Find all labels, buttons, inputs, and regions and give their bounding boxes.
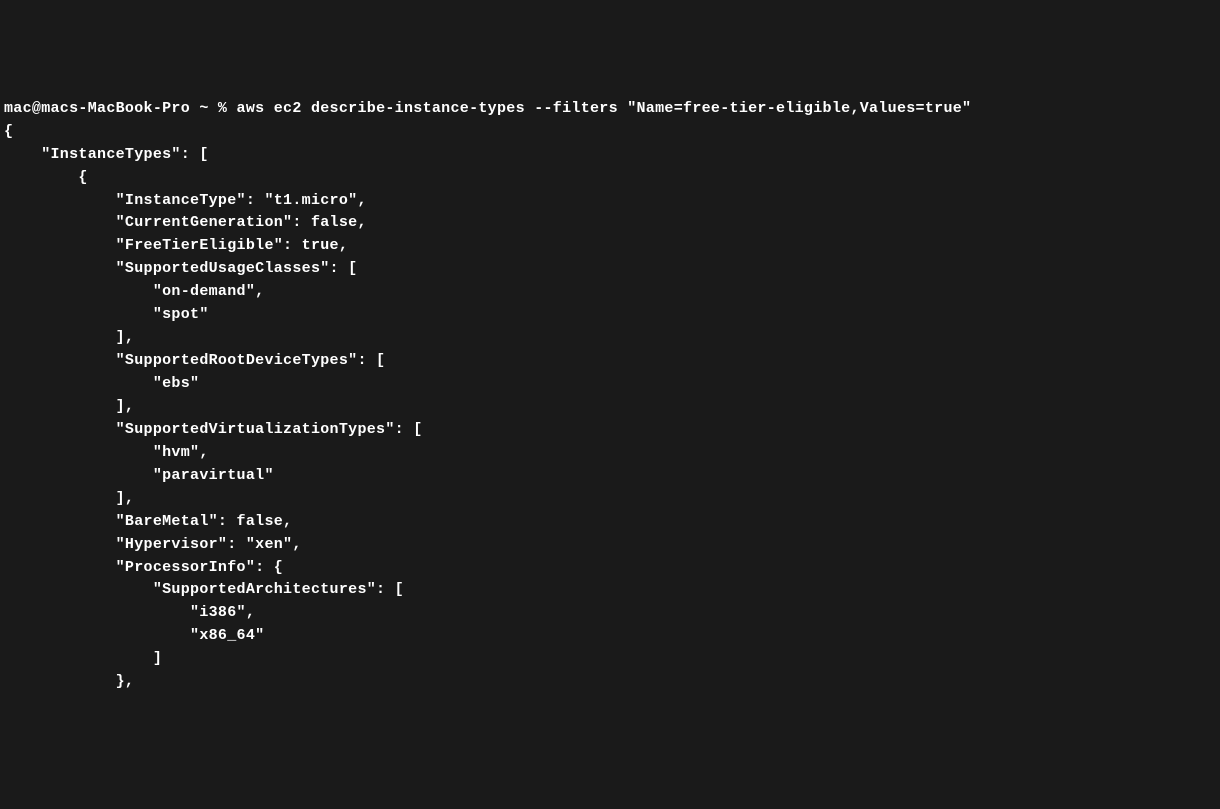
output-line: }, — [4, 671, 1216, 694]
output-line: "InstanceTypes": [ — [4, 144, 1216, 167]
command-text: aws ec2 describe-instance-types --filter… — [237, 100, 972, 117]
output-line: "paravirtual" — [4, 465, 1216, 488]
output-line: "InstanceType": "t1.micro", — [4, 190, 1216, 213]
output-line: "BareMetal": false, — [4, 511, 1216, 534]
output-line: "spot" — [4, 304, 1216, 327]
output-line: "FreeTierEligible": true, — [4, 235, 1216, 258]
output-line: "SupportedArchitectures": [ — [4, 579, 1216, 602]
output-line: "on-demand", — [4, 281, 1216, 304]
output-line: "ebs" — [4, 373, 1216, 396]
output-line: "SupportedRootDeviceTypes": [ — [4, 350, 1216, 373]
output-line: "ProcessorInfo": { — [4, 557, 1216, 580]
output-line: "x86_64" — [4, 625, 1216, 648]
output-line: "CurrentGeneration": false, — [4, 212, 1216, 235]
output-line: "SupportedVirtualizationTypes": [ — [4, 419, 1216, 442]
output-line: "hvm", — [4, 442, 1216, 465]
shell-prompt: mac@macs-MacBook-Pro ~ % — [4, 100, 237, 117]
output-line: "SupportedUsageClasses": [ — [4, 258, 1216, 281]
output-line: ] — [4, 648, 1216, 671]
output-line: ], — [4, 327, 1216, 350]
output-line: "i386", — [4, 602, 1216, 625]
output-line: { — [4, 121, 1216, 144]
terminal-output: { "InstanceTypes": [ { "InstanceType": "… — [4, 121, 1216, 694]
prompt-line[interactable]: mac@macs-MacBook-Pro ~ % aws ec2 describ… — [4, 98, 1216, 121]
output-line: { — [4, 167, 1216, 190]
output-line: ], — [4, 488, 1216, 511]
output-line: ], — [4, 396, 1216, 419]
output-line: "Hypervisor": "xen", — [4, 534, 1216, 557]
